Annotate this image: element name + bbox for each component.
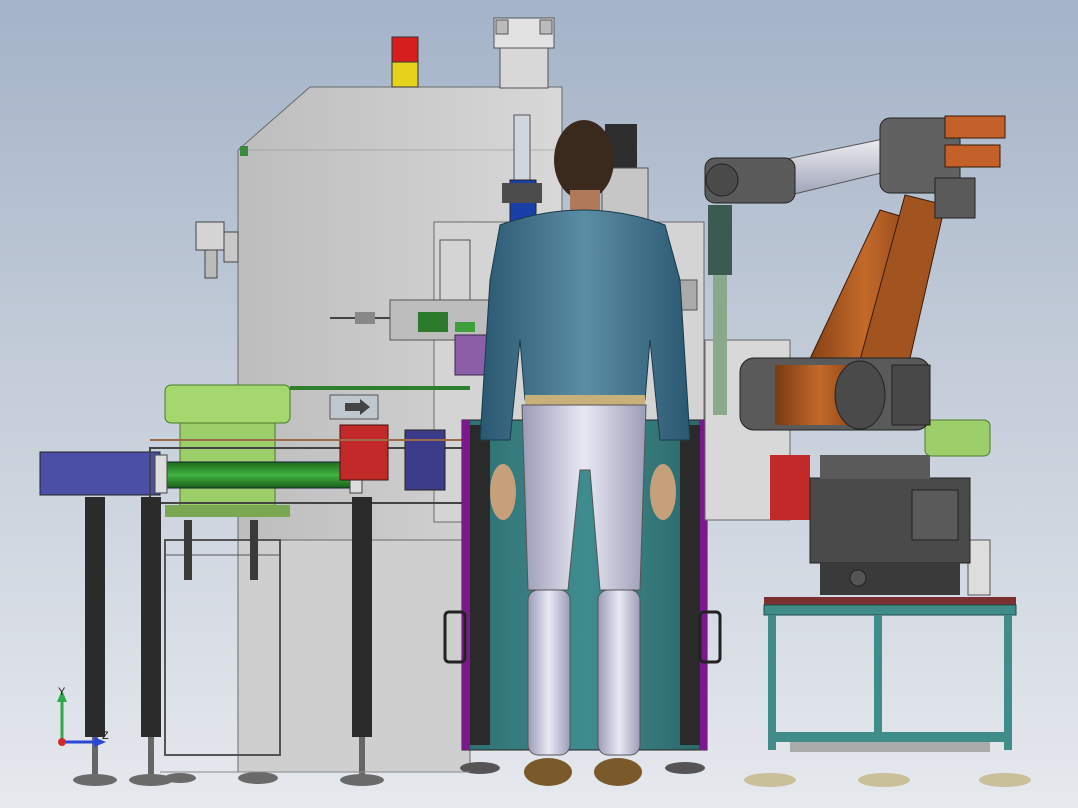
robot-cart	[744, 597, 1031, 787]
air-regulator	[195, 221, 239, 279]
coordinate-triad: Y Z	[48, 684, 118, 754]
robot-base	[809, 455, 971, 595]
signal-tower	[391, 36, 419, 88]
center-worktable	[443, 419, 722, 774]
origin-point	[58, 738, 66, 746]
y-axis-label: Y	[58, 686, 66, 698]
assembly-scene	[39, 17, 1031, 787]
cad-viewport[interactable]: Y Z	[0, 0, 1078, 808]
robot-arm	[704, 115, 1006, 431]
z-axis-label: Z	[102, 730, 109, 742]
